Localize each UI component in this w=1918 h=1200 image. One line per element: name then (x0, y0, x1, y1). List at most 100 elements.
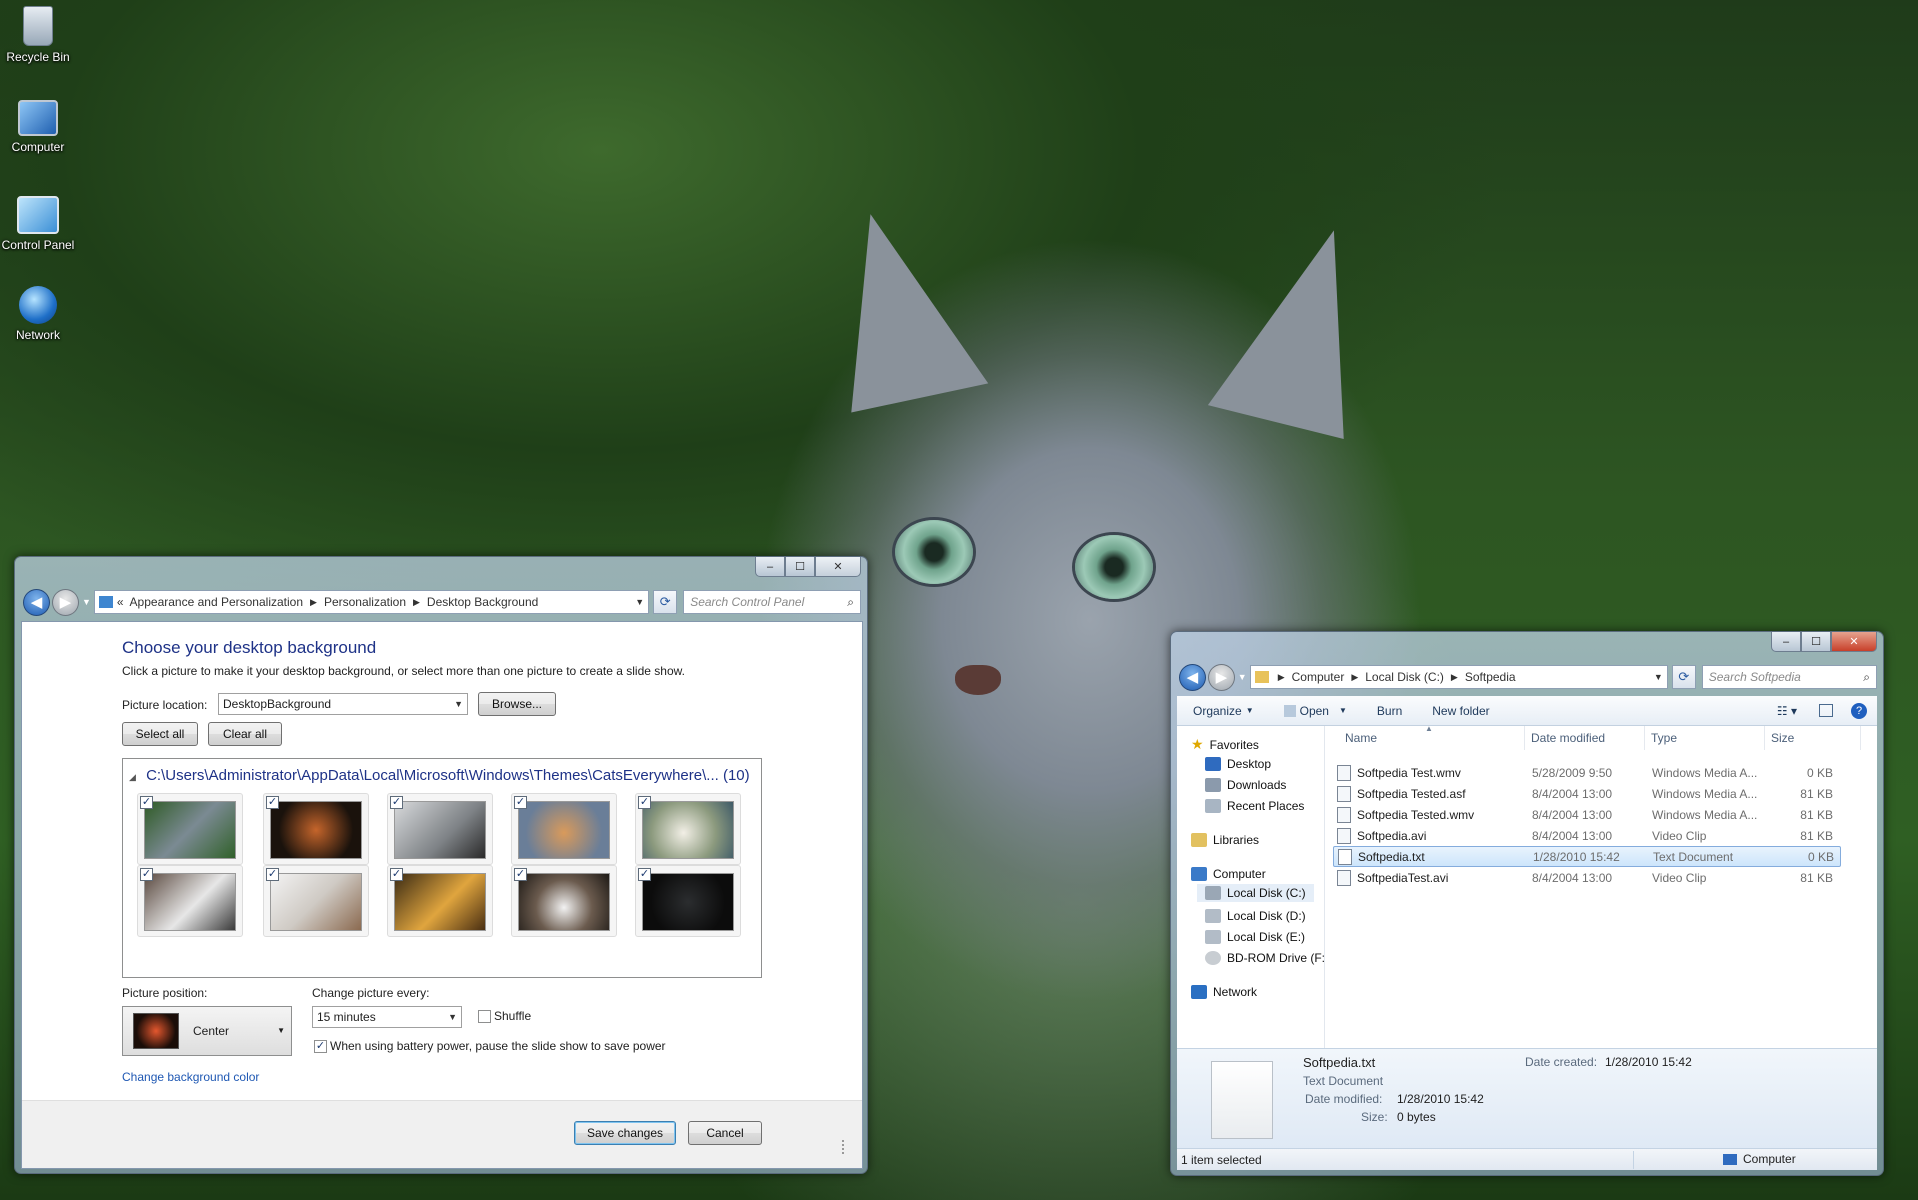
control-panel-content: Choose your desktop background Click a p… (21, 621, 863, 1169)
nav-bd-rom-drive[interactable]: BD-ROM Drive (F:) (1205, 951, 1329, 965)
breadcrumb-item[interactable]: Local Disk (C:) (1365, 670, 1444, 684)
desktop-icon-control-panel[interactable]: Control Panel (0, 196, 76, 252)
burn-button[interactable]: Burn (1377, 704, 1402, 718)
change-picture-interval-select[interactable]: 15 minutes ▼ (312, 1006, 462, 1028)
desktop-icon-network[interactable]: Network (0, 286, 76, 342)
thumbnail-checkbox[interactable]: ✓ (514, 868, 527, 881)
search-input[interactable]: Search Control Panel ⌕ (683, 590, 861, 614)
minimize-button[interactable]: – (1771, 632, 1801, 652)
nav-computer[interactable]: Computer (1191, 867, 1266, 881)
recent-pages-dropdown[interactable]: ▼ (1238, 672, 1247, 682)
resize-grip[interactable] (842, 1140, 846, 1154)
minimize-button[interactable]: – (755, 557, 785, 577)
thumbnail-checkbox[interactable]: ✓ (390, 796, 403, 809)
wallpaper-thumbnail[interactable]: ✓ (263, 865, 369, 937)
wallpaper-thumbnail[interactable]: ✓ (263, 793, 369, 865)
forward-button[interactable]: ▶ (1207, 663, 1235, 691)
organize-button[interactable]: Organize ▼ (1193, 704, 1254, 718)
nav-local-disk-e[interactable]: Local Disk (E:) (1205, 930, 1305, 944)
address-bar[interactable]: ▶ Computer ▶ Local Disk (C:) ▶ Softpedia… (1249, 665, 1668, 689)
shuffle-label[interactable]: Shuffle (494, 1009, 531, 1023)
column-header-type[interactable]: Type (1645, 726, 1765, 750)
column-header-date[interactable]: Date modified (1525, 726, 1645, 750)
refresh-button[interactable]: ⟳ (653, 590, 678, 614)
gallery-group-header[interactable]: ◢ C:\Users\Administrator\AppData\Local\M… (129, 767, 750, 784)
chevron-right-icon[interactable]: ▶ (1351, 672, 1358, 683)
maximize-button[interactable]: ☐ (785, 557, 815, 577)
thumbnail-checkbox[interactable]: ✓ (266, 868, 279, 881)
file-row[interactable]: Softpedia Tested.wmv 8/4/2004 13:00 Wind… (1333, 804, 1841, 825)
nav-desktop[interactable]: Desktop (1205, 757, 1271, 771)
preview-pane-icon[interactable] (1819, 704, 1833, 717)
chevron-right-icon[interactable]: ▶ (1451, 672, 1458, 683)
wallpaper-thumbnail[interactable]: ✓ (635, 865, 741, 937)
chevron-right-icon[interactable]: ▶ (1278, 672, 1285, 683)
nav-local-disk-c[interactable]: Local Disk (C:) (1197, 884, 1314, 902)
close-button[interactable]: ✕ (815, 557, 861, 577)
wallpaper-thumbnail[interactable]: ✓ (137, 865, 243, 937)
file-row[interactable]: Softpedia Test.wmv 5/28/2009 9:50 Window… (1333, 762, 1841, 783)
chevron-down-icon[interactable]: ▼ (1654, 672, 1663, 682)
breadcrumb-item[interactable]: Appearance and Personalization (130, 595, 303, 609)
maximize-button[interactable]: ☐ (1801, 632, 1831, 652)
thumbnail-checkbox[interactable]: ✓ (140, 796, 153, 809)
desktop-icon-recycle-bin[interactable]: Recycle Bin (0, 6, 76, 64)
thumbnail-checkbox[interactable]: ✓ (390, 868, 403, 881)
file-row[interactable]: SoftpediaTest.avi 8/4/2004 13:00 Video C… (1333, 867, 1841, 888)
thumbnail-checkbox[interactable]: ✓ (514, 796, 527, 809)
breadcrumb-overflow[interactable]: « (117, 595, 124, 609)
desktop-icon-computer[interactable]: Computer (0, 100, 76, 154)
nav-local-disk-d[interactable]: Local Disk (D:) (1205, 909, 1306, 923)
thumbnail-checkbox[interactable]: ✓ (140, 868, 153, 881)
thumbnail-checkbox[interactable]: ✓ (266, 796, 279, 809)
wallpaper-thumbnail[interactable]: ✓ (137, 793, 243, 865)
nav-recent-places[interactable]: Recent Places (1205, 799, 1304, 813)
picture-position-select[interactable]: Center ▼ (122, 1006, 292, 1056)
nav-favorites[interactable]: ★ Favorites (1191, 736, 1259, 753)
nav-libraries[interactable]: Libraries (1191, 833, 1259, 847)
nav-network[interactable]: Network (1191, 985, 1257, 999)
thumbnail-checkbox[interactable]: ✓ (638, 868, 651, 881)
address-bar[interactable]: « Appearance and Personalization ▶ Perso… (93, 590, 650, 614)
battery-pause-checkbox[interactable]: ✓ (314, 1040, 327, 1053)
back-button[interactable]: ◀ (1179, 663, 1206, 691)
thumbnail-checkbox[interactable]: ✓ (638, 796, 651, 809)
change-view-icon[interactable]: ☷ ▾ (1777, 704, 1797, 718)
nav-downloads[interactable]: Downloads (1205, 778, 1286, 792)
breadcrumb-item[interactable]: Computer (1292, 670, 1345, 684)
search-input[interactable]: Search Softpedia ⌕ (1701, 665, 1878, 689)
browse-button[interactable]: Browse... (478, 692, 556, 716)
breadcrumb-item[interactable]: Softpedia (1465, 670, 1516, 684)
file-row[interactable]: Softpedia Tested.asf 8/4/2004 13:00 Wind… (1333, 783, 1841, 804)
clear-all-button[interactable]: Clear all (208, 722, 282, 746)
recent-pages-dropdown[interactable]: ▼ (82, 597, 91, 607)
wallpaper-thumbnail[interactable]: ✓ (635, 793, 741, 865)
change-background-color-link[interactable]: Change background color (122, 1070, 259, 1084)
close-button[interactable]: ✕ (1831, 632, 1877, 652)
refresh-button[interactable]: ⟳ (1671, 665, 1696, 689)
wallpaper-thumbnail[interactable]: ✓ (511, 865, 617, 937)
file-row-selected[interactable]: Softpedia.txt 1/28/2010 15:42 Text Docum… (1333, 846, 1841, 867)
save-changes-button[interactable]: Save changes (574, 1121, 676, 1145)
picture-location-select[interactable]: DesktopBackground ▼ (218, 693, 468, 715)
collapse-icon[interactable]: ◢ (129, 772, 136, 782)
shuffle-checkbox[interactable] (478, 1010, 491, 1023)
breadcrumb-item[interactable]: Personalization (324, 595, 406, 609)
chevron-right-icon[interactable]: ▶ (310, 597, 317, 608)
breadcrumb-item[interactable]: Desktop Background (427, 595, 538, 609)
chevron-down-icon[interactable]: ▼ (635, 597, 644, 607)
wallpaper-thumbnail[interactable]: ✓ (511, 793, 617, 865)
forward-button[interactable]: ▶ (51, 588, 79, 616)
back-button[interactable]: ◀ (23, 588, 50, 616)
chevron-right-icon[interactable]: ▶ (413, 597, 420, 608)
wallpaper-thumbnail[interactable]: ✓ (387, 865, 493, 937)
cancel-button[interactable]: Cancel (688, 1121, 762, 1145)
battery-pause-label[interactable]: When using battery power, pause the slid… (330, 1039, 666, 1053)
file-row[interactable]: Softpedia.avi 8/4/2004 13:00 Video Clip … (1333, 825, 1841, 846)
open-button[interactable]: Open ▼ (1283, 704, 1347, 718)
new-folder-button[interactable]: New folder (1432, 704, 1489, 718)
column-header-size[interactable]: Size (1765, 726, 1861, 750)
wallpaper-thumbnail[interactable]: ✓ (387, 793, 493, 865)
select-all-button[interactable]: Select all (122, 722, 198, 746)
help-icon[interactable]: ? (1851, 702, 1867, 719)
